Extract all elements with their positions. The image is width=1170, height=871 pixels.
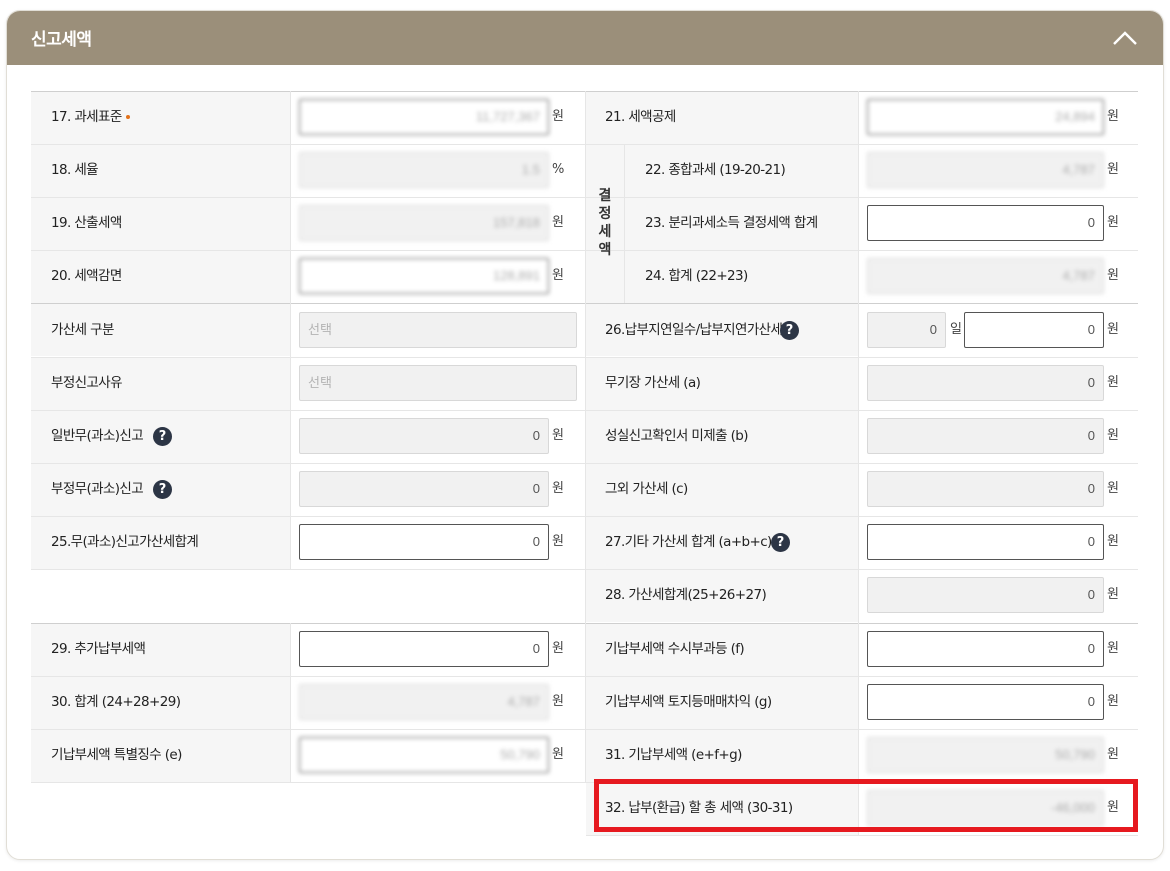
column-divider: [290, 623, 291, 782]
unit-label: 원: [552, 428, 564, 443]
unit-label: 원: [1107, 375, 1119, 390]
fraud-reason-select-label: 부정신고사유: [51, 375, 123, 391]
column-divider: [585, 91, 586, 782]
highlight-box: [594, 779, 1138, 832]
penalty-total-label: 28. 가산세합계(25+26+27): [605, 587, 767, 603]
late-days-field: 0: [867, 312, 946, 348]
additional-payment-field[interactable]: 0: [299, 631, 549, 667]
sincere-report-penalty-field: 0: [867, 418, 1104, 454]
prepaid-land-gain-field[interactable]: 0: [867, 684, 1104, 720]
unit-label: 원: [552, 481, 564, 496]
panel-title: 신고세액: [31, 30, 92, 50]
unit-label: 원: [1107, 641, 1119, 656]
unit-label: 원: [552, 641, 564, 656]
tax-reduction-field[interactable]: 128,891: [299, 258, 549, 294]
tax-rate-field: 1.5: [299, 152, 549, 188]
unit-label: 원: [1107, 587, 1119, 602]
column-divider: [290, 91, 291, 569]
prepaid-special-withholding-label: 기납부세액 특별징수 (e): [51, 747, 182, 763]
calculated-tax-label: 19. 산출세액: [51, 215, 122, 231]
unit-label: 원: [552, 694, 564, 709]
prepaid-special-withholding-field[interactable]: 50,790: [299, 737, 549, 773]
tax-credit-label: 21. 세액공제: [605, 109, 676, 125]
other-penalty-label: 그외 가산세 (c): [605, 481, 688, 497]
underreport-penalty-total-label: 25.무(과소)신고가산세합계: [51, 534, 199, 550]
row-divider: [586, 835, 1138, 836]
comprehensive-tax-field: 4,787: [867, 152, 1104, 188]
unit-label: 원: [1107, 109, 1119, 124]
unit-label: 원: [1107, 162, 1119, 177]
prepaid-total-field: 50,790: [867, 737, 1104, 773]
tax-rate-label: 18. 세율: [51, 162, 99, 178]
required-indicator: [126, 115, 130, 119]
comprehensive-tax-label: 22. 종합과세 (19-20-21): [645, 162, 786, 178]
fraud-underreport-label: 부정무(과소)신고: [51, 481, 144, 497]
no-bookkeeping-penalty-field: 0: [867, 365, 1104, 401]
unit-label: 원: [552, 747, 564, 762]
no-bookkeeping-penalty-label: 무기장 가산세 (a): [605, 375, 701, 391]
tax-base-field[interactable]: 11,727,367: [299, 99, 549, 135]
unit-label: 원: [1107, 694, 1119, 709]
help-late-payment-icon[interactable]: ?: [780, 321, 799, 340]
total-22-23-field: 4,787: [867, 258, 1104, 294]
collapse-chevron-up-icon[interactable]: [1111, 25, 1139, 51]
prepaid-land-gain-label: 기납부세액 토지등매매차익 (g): [605, 694, 772, 710]
additional-payment-label: 29. 추가납부세액: [51, 641, 146, 657]
tax-form-grid: 결 정 세 액 17. 과세표준 11,727,367 원 18. 세율 1.5% 19. …: [24, 80, 1138, 836]
help-general-underreport-icon[interactable]: ?: [153, 427, 172, 446]
unit-label: 원: [552, 109, 564, 124]
penalty-type-select[interactable]: 선택: [299, 312, 577, 348]
tax-reduction-label: 20. 세액감면: [51, 268, 122, 284]
penalty-type-select-label: 가산세 구분: [51, 322, 114, 338]
general-underreport-field: 0: [299, 418, 549, 454]
total-24-28-29-field: 4,787: [299, 684, 549, 720]
penalty-total-field: 0: [867, 577, 1104, 613]
unit-label: 원: [1107, 268, 1119, 283]
unit-label: 원: [1107, 534, 1119, 549]
group-label-determined-tax: 결 정 세 액: [598, 188, 612, 258]
late-penalty-field[interactable]: 0: [964, 312, 1104, 348]
unit-label: 원: [552, 268, 564, 283]
help-other-penalty-icon[interactable]: ?: [771, 533, 790, 552]
column-divider: [624, 144, 625, 303]
total-24-28-29-label: 30. 합계 (24+28+29): [51, 694, 181, 710]
other-penalty-total-field[interactable]: 0: [867, 524, 1104, 560]
column-divider: [858, 91, 859, 835]
late-payment-label: 26.납부지연일수/납부지연가산세: [605, 322, 783, 338]
unit-label: 원: [1107, 481, 1119, 496]
unit-label: 원: [552, 534, 564, 549]
general-underreport-label: 일반무(과소)신고: [51, 428, 144, 444]
tax-base-label: 17. 과세표준: [51, 109, 122, 125]
underreport-penalty-total-field[interactable]: 0: [299, 524, 549, 560]
unit-label: 일: [950, 322, 962, 337]
other-penalty-total-label: 27.기타 가산세 합계 (a+b+c): [605, 534, 772, 550]
unit-label: %: [552, 162, 565, 177]
prepaid-occasional-label: 기납부세액 수시부과등 (f): [605, 641, 745, 657]
unit-label: 원: [1107, 747, 1119, 762]
other-penalty-field: 0: [867, 471, 1104, 507]
fraud-underreport-field: 0: [299, 471, 549, 507]
total-22-23-label: 24. 합계 (22+23): [645, 268, 748, 284]
panel-header: 신고세액: [7, 11, 1163, 65]
sincere-report-penalty-label: 성실신고확인서 미제출 (b): [605, 428, 748, 444]
separate-tax-total-label: 23. 분리과세소득 결정세액 합계: [645, 215, 818, 231]
unit-label: 원: [552, 215, 564, 230]
help-fraud-underreport-icon[interactable]: ?: [153, 480, 172, 499]
unit-label: 원: [1107, 215, 1119, 230]
fraud-reason-select[interactable]: 선택: [299, 365, 577, 401]
calculated-tax-field: 157,818: [299, 205, 549, 241]
prepaid-occasional-field[interactable]: 0: [867, 631, 1104, 667]
prepaid-total-label: 31. 기납부세액 (e+f+g): [605, 747, 742, 763]
unit-label: 원: [1107, 322, 1119, 337]
separate-tax-total-field[interactable]: 0: [867, 205, 1104, 241]
unit-label: 원: [1107, 428, 1119, 443]
tax-credit-field[interactable]: 24,894: [867, 99, 1104, 135]
